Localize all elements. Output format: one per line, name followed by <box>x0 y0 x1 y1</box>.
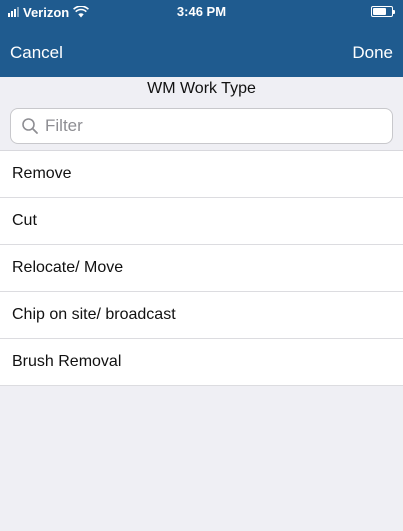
list-item-label: Brush Removal <box>12 353 122 370</box>
list-item[interactable]: Remove <box>0 151 403 198</box>
list-item-label: Cut <box>12 212 37 229</box>
cancel-button[interactable]: Cancel <box>10 43 63 63</box>
search-field[interactable] <box>10 108 393 144</box>
filter-input[interactable] <box>45 116 375 136</box>
picker-title: WM Work Type <box>0 77 403 101</box>
battery-icon <box>371 6 395 17</box>
list-item-label: Chip on site/ broadcast <box>12 306 176 323</box>
list-item-label: Remove <box>12 165 72 182</box>
search-bar <box>0 101 403 151</box>
list-item[interactable]: Relocate/ Move <box>0 245 403 292</box>
list-item-label: Relocate/ Move <box>12 259 124 276</box>
list-item[interactable]: Brush Removal <box>0 339 403 386</box>
list-item[interactable]: Chip on site/ broadcast <box>0 292 403 339</box>
navigation-bar: Verizon 3:46 PM Cancel Done <box>0 0 403 77</box>
screen: Verizon 3:46 PM Cancel Done WM Work Type <box>0 0 403 531</box>
battery-fill <box>373 8 386 15</box>
status-bar: Verizon 3:46 PM <box>0 0 403 24</box>
work-type-list: Remove Cut Relocate/ Move Chip on site/ bro… <box>0 151 403 386</box>
clock: 3:46 PM <box>176 4 227 19</box>
list-item[interactable]: Cut <box>0 198 403 245</box>
search-icon <box>22 118 38 134</box>
done-button[interactable]: Done <box>352 43 393 63</box>
